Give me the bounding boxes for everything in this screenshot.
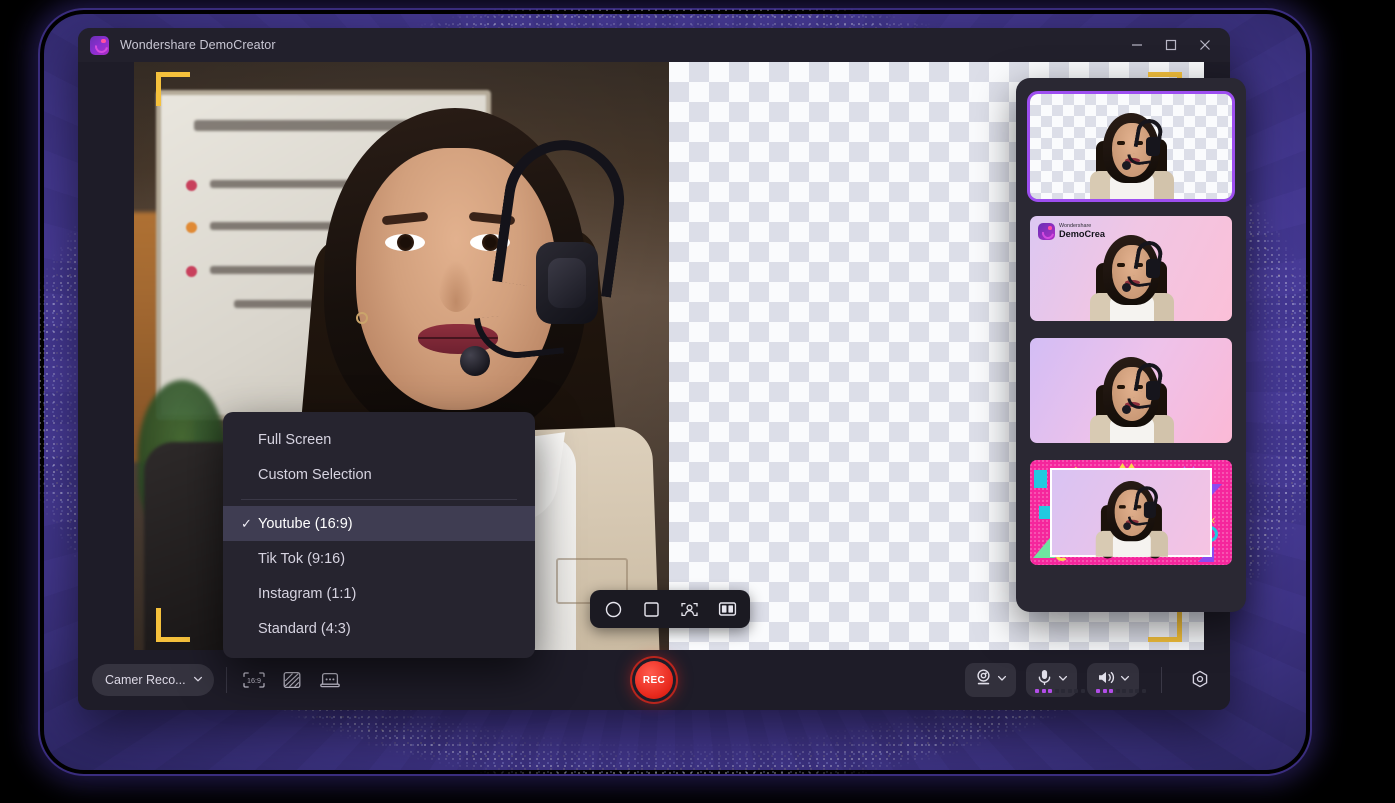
thumbnail-transparent[interactable] [1027, 91, 1235, 202]
close-icon[interactable] [1188, 30, 1222, 60]
microphone-level-meter [1035, 689, 1085, 693]
menu-item-instagram[interactable]: Instagram (1:1) [223, 576, 535, 611]
source-select[interactable]: Camer Reco... [92, 664, 214, 696]
face-focus-icon[interactable] [672, 594, 706, 624]
background-presets-panel: Wondershare DemoCrea [1016, 78, 1246, 612]
menu-item-label: Standard (4:3) [258, 620, 351, 637]
mini-person [1088, 355, 1174, 443]
minimize-icon[interactable] [1120, 30, 1154, 60]
preview-float-toolbar [590, 590, 750, 628]
speaker-device[interactable] [1087, 663, 1146, 697]
menu-item-full-screen[interactable]: Full Screen [223, 422, 535, 457]
check-icon: ✓ [241, 515, 252, 531]
window-controls [1120, 30, 1222, 60]
microphone-device[interactable] [1026, 663, 1085, 697]
menu-item-custom-selection[interactable]: Custom Selection [223, 457, 535, 492]
chevron-down-icon [996, 671, 1008, 689]
menu-item-label: Tik Tok (9:16) [258, 550, 346, 567]
mini-person [1088, 233, 1174, 321]
device-controls [965, 663, 1216, 697]
inner-frame [1050, 468, 1212, 559]
gear-hex-icon[interactable] [1184, 665, 1216, 695]
maximize-icon[interactable] [1154, 30, 1188, 60]
webcam-icon [974, 668, 993, 692]
app-title: Wondershare DemoCreator [120, 38, 276, 52]
menu-item-label: Full Screen [258, 431, 332, 448]
crop-marker-top-left[interactable] [156, 72, 190, 106]
aspect-ratio-icon[interactable]: 16:9 [239, 666, 269, 694]
thumbnail-memphis-frame[interactable]: × [1030, 460, 1232, 565]
screenshot-root: Wondershare DemoCreator Camer Reco... 16… [0, 0, 1395, 803]
aspect-ratio-menu: Full Screen Custom Selection ✓ Youtube (… [223, 412, 535, 658]
chevron-down-icon [192, 673, 204, 688]
democreator-logo-icon [90, 35, 109, 55]
thumbnail-branded-gradient[interactable]: Wondershare DemoCrea [1030, 216, 1232, 321]
thumbnail-gradient[interactable] [1030, 338, 1232, 443]
record-button[interactable]: REC [635, 661, 673, 699]
hatch-pattern-icon[interactable] [277, 666, 307, 694]
menu-separator [241, 499, 517, 500]
bottom-toolbar: Camer Reco... 16:9 REC [78, 650, 1230, 710]
title-bar: Wondershare DemoCreator [78, 28, 1230, 62]
teleprompter-icon[interactable] [315, 666, 345, 694]
mini-person [1088, 111, 1174, 199]
record-button-wrapper: REC [635, 661, 673, 699]
webcam-device[interactable] [965, 663, 1016, 697]
crop-marker-bottom-right[interactable] [1148, 608, 1182, 642]
speaker-level-meter [1096, 689, 1146, 693]
menu-item-tiktok[interactable]: Tik Tok (9:16) [223, 541, 535, 576]
split-view-icon[interactable] [710, 594, 744, 624]
chevron-down-icon [1057, 671, 1069, 689]
crop-marker-bottom-left[interactable] [156, 608, 190, 642]
chevron-down-icon [1119, 671, 1131, 689]
menu-item-label: Youtube (16:9) [258, 515, 353, 532]
square-icon[interactable] [634, 594, 668, 624]
menu-item-standard[interactable]: Standard (4:3) [223, 611, 535, 646]
menu-item-youtube[interactable]: ✓ Youtube (16:9) [223, 506, 535, 541]
toolbar-divider-right [1161, 667, 1162, 693]
menu-item-label: Instagram (1:1) [258, 585, 357, 602]
menu-item-label: Custom Selection [258, 466, 372, 483]
source-select-label: Camer Reco... [105, 673, 186, 687]
svg-text:16:9: 16:9 [247, 676, 261, 685]
toolbar-divider [225, 667, 227, 693]
democreator-logo-icon [1038, 223, 1055, 240]
mini-person [1094, 479, 1168, 559]
circle-icon[interactable] [596, 594, 630, 624]
